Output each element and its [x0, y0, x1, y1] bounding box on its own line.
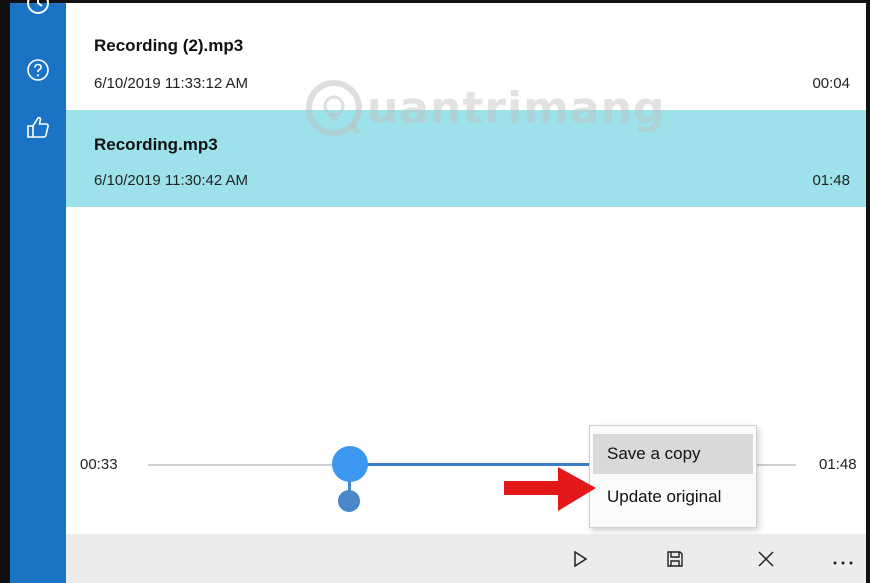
recording-name: Recording.mp3	[94, 135, 218, 154]
save-button[interactable]	[658, 542, 692, 576]
marker-handle[interactable]	[338, 490, 360, 512]
window-border-right	[866, 0, 870, 583]
sidebar	[10, 0, 66, 583]
current-time: 00:33	[80, 456, 118, 473]
window-border-left	[0, 0, 10, 583]
recording-date: 6/10/2019 11:30:42 AM	[94, 172, 249, 189]
seek-thumb[interactable]	[332, 446, 368, 482]
recording-duration: 01:48	[812, 172, 850, 189]
play-button[interactable]	[563, 542, 597, 576]
history-icon[interactable]	[10, 0, 66, 17]
more-icon	[833, 561, 853, 565]
recording-item-selected[interactable]: Recording.mp3 6/10/2019 11:30:42 AM 01:4…	[66, 110, 866, 207]
recording-date: 6/10/2019 11:33:12 AM	[94, 75, 249, 92]
play-icon	[574, 550, 588, 568]
voice-recorder-window: Recording (2).mp3 6/10/2019 11:33:12 AM …	[0, 0, 870, 583]
recording-name: Recording (2).mp3	[94, 36, 244, 55]
total-time: 01:48	[819, 456, 857, 473]
red-arrow-icon	[504, 467, 596, 511]
save-icon	[667, 551, 683, 567]
help-icon[interactable]	[10, 55, 66, 85]
recording-duration: 00:04	[812, 75, 850, 92]
cancel-icon	[758, 551, 774, 567]
cancel-button[interactable]	[749, 542, 783, 576]
save-menu: Save a copy Update original	[589, 425, 757, 528]
command-bar	[66, 534, 866, 583]
window-border-top	[10, 0, 870, 3]
more-button[interactable]	[826, 542, 860, 576]
recording-item[interactable]: Recording (2).mp3 6/10/2019 11:33:12 AM …	[66, 20, 866, 108]
save-a-copy-menu-item[interactable]: Save a copy	[593, 434, 753, 474]
update-original-menu-item[interactable]: Update original	[593, 477, 753, 517]
feedback-icon[interactable]	[10, 112, 66, 142]
